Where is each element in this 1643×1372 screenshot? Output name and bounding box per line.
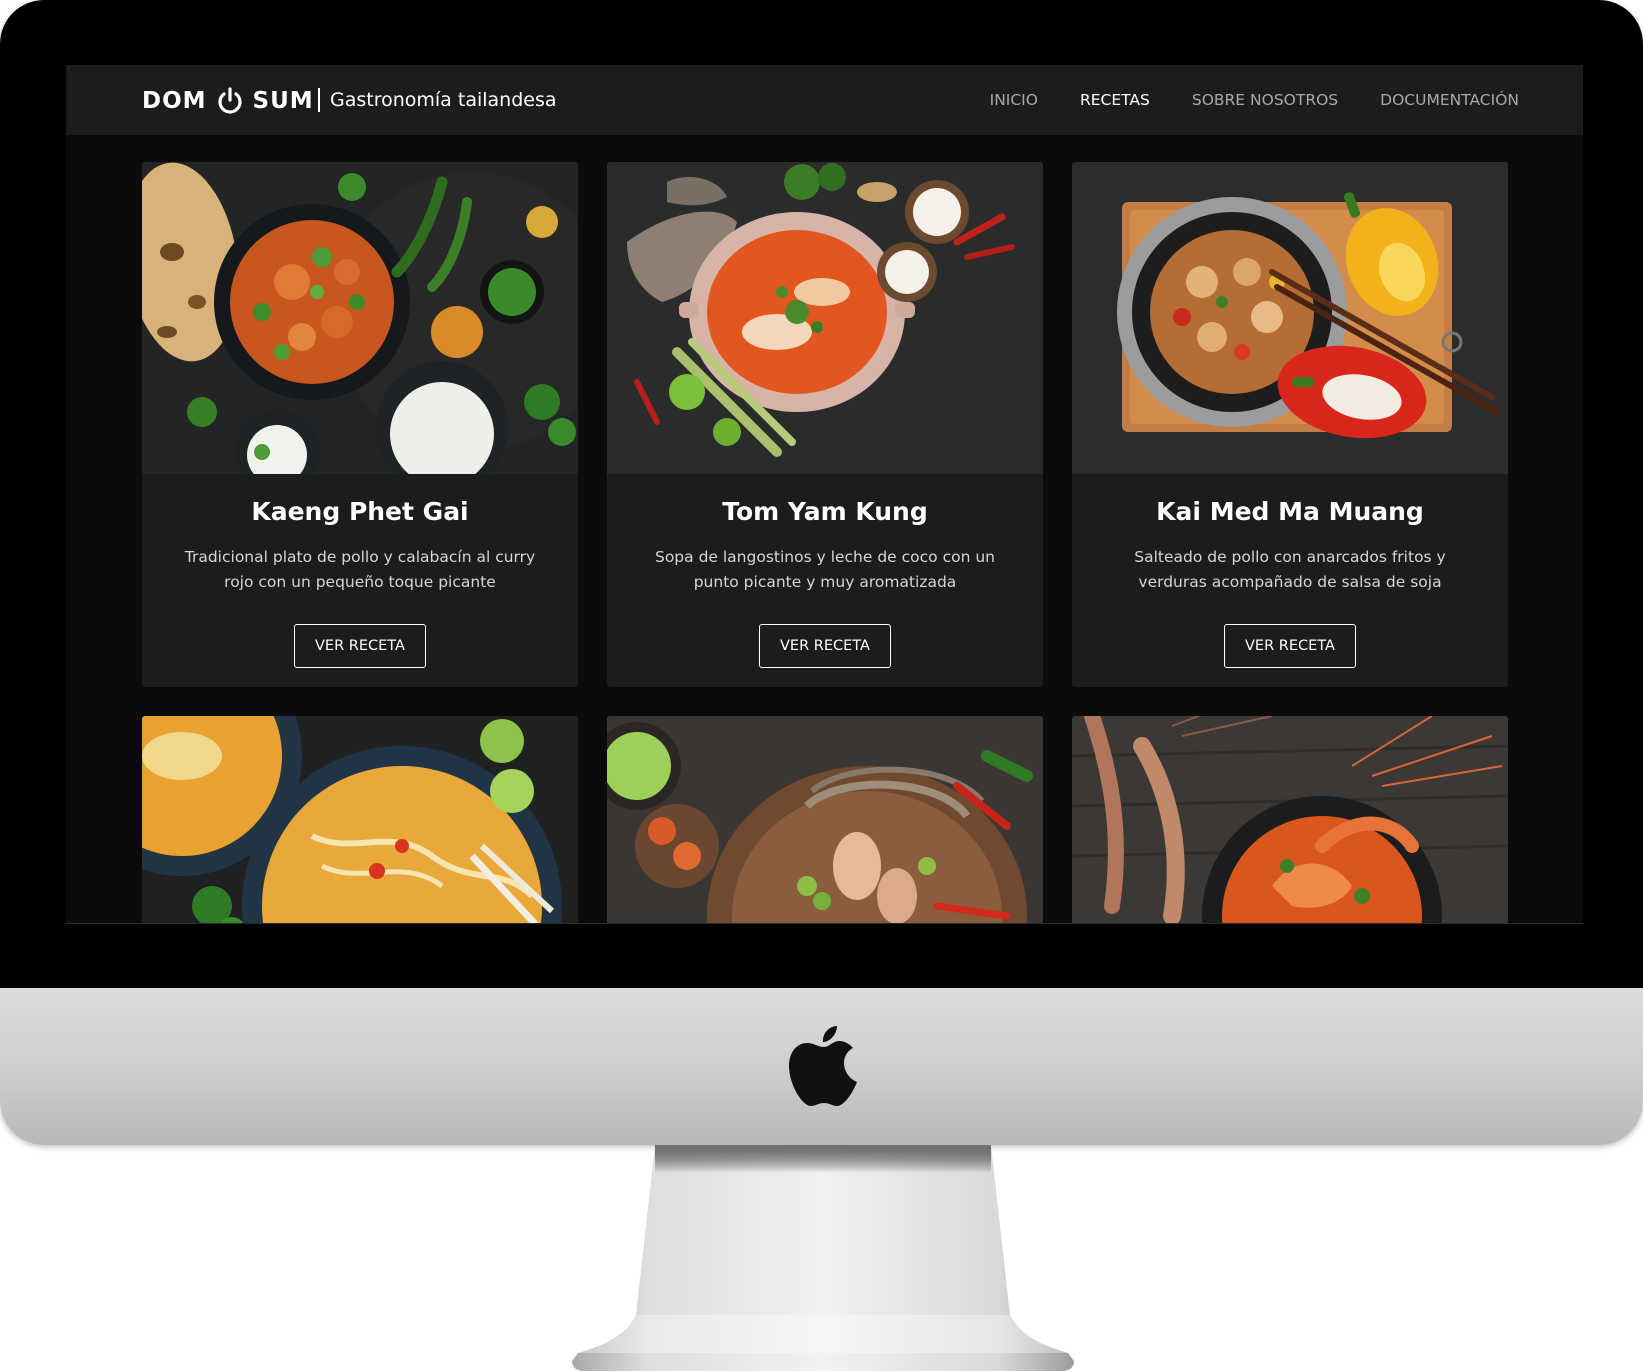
recipe-card: Tom Yam Kung Sopa de langostinos y leche… bbox=[607, 162, 1043, 687]
website-screen: DOM SUM Gastronomía tailandesa INICIO RE… bbox=[66, 65, 1583, 924]
ver-receta-button[interactable]: VER RECETA bbox=[294, 624, 426, 668]
ver-receta-button[interactable]: VER RECETA bbox=[1224, 624, 1356, 668]
recipe-title: Kaeng Phet Gai bbox=[251, 497, 469, 526]
brand-logo-right: SUM bbox=[252, 88, 314, 114]
brand-tagline: Gastronomía tailandesa bbox=[330, 89, 557, 111]
recipe-image-cashew-chicken[interactable] bbox=[1072, 162, 1508, 474]
recipe-description: Sopa de langostinos y leche de coco con … bbox=[654, 548, 995, 591]
recipe-description: Salteado de pollo con anarcados fritos y… bbox=[1134, 548, 1446, 591]
recipe-title: Tom Yam Kung bbox=[722, 497, 928, 526]
recipe-card bbox=[142, 716, 578, 924]
imac-stand bbox=[572, 1145, 1074, 1371]
recipe-description: Tradicional plato de pollo y calabacín a… bbox=[184, 548, 536, 591]
recipe-card bbox=[607, 716, 1043, 924]
recipe-image-tom-yam[interactable] bbox=[607, 162, 1043, 474]
nav-sobre-nosotros[interactable]: SOBRE NOSOTROS bbox=[1192, 91, 1338, 109]
recipe-card bbox=[1072, 716, 1508, 924]
nav-documentacion[interactable]: DOCUMENTACIÓN bbox=[1380, 91, 1519, 109]
screen-divider bbox=[66, 923, 1583, 924]
recipe-card: Kaeng Phet Gai Tradicional plato de poll… bbox=[142, 162, 578, 687]
recipe-image-khao-soi[interactable] bbox=[142, 716, 578, 924]
ver-receta-button[interactable]: VER RECETA bbox=[759, 624, 891, 668]
power-icon bbox=[218, 87, 242, 114]
nav-inicio[interactable]: INICIO bbox=[990, 91, 1038, 109]
nav-recetas[interactable]: RECETAS bbox=[1080, 91, 1150, 109]
recipe-image-shrimp-curry[interactable] bbox=[1072, 716, 1508, 924]
recipe-image-curry[interactable] bbox=[142, 162, 578, 474]
brand-divider bbox=[318, 88, 320, 112]
brand-logo[interactable]: DOM SUM bbox=[142, 87, 314, 115]
recipe-card: Kai Med Ma Muang Salteado de pollo con a… bbox=[1072, 162, 1508, 687]
recipe-image-ingredients[interactable] bbox=[607, 716, 1043, 924]
recipe-title: Kai Med Ma Muang bbox=[1156, 497, 1424, 526]
apple-logo-icon bbox=[789, 1026, 857, 1106]
navbar: DOM SUM Gastronomía tailandesa INICIO RE… bbox=[66, 65, 1583, 135]
main-nav: INICIO RECETAS SOBRE NOSOTROS DOCUMENTAC… bbox=[990, 65, 1519, 135]
brand-logo-left: DOM bbox=[142, 88, 207, 114]
